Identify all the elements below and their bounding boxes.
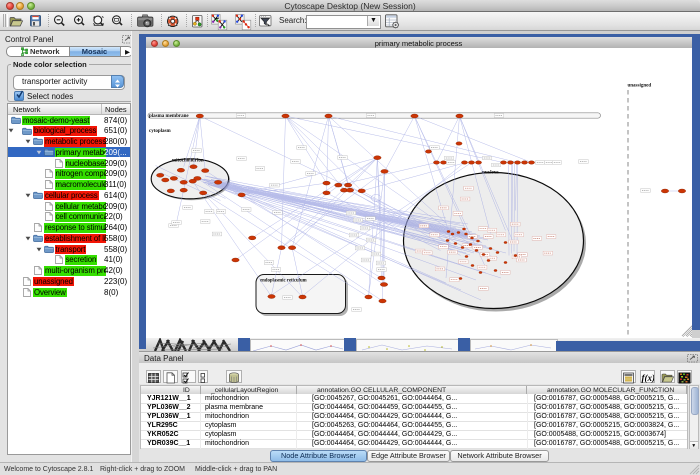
svg-text:cytoplasm: cytoplasm [149,129,172,134]
svg-text:mitochondrion: mitochondrion [172,158,204,163]
svg-text:f(x): f(x) [642,373,655,383]
svg-text:unassigned: unassigned [627,83,651,88]
svg-text:plasma membrane: plasma membrane [149,114,189,119]
